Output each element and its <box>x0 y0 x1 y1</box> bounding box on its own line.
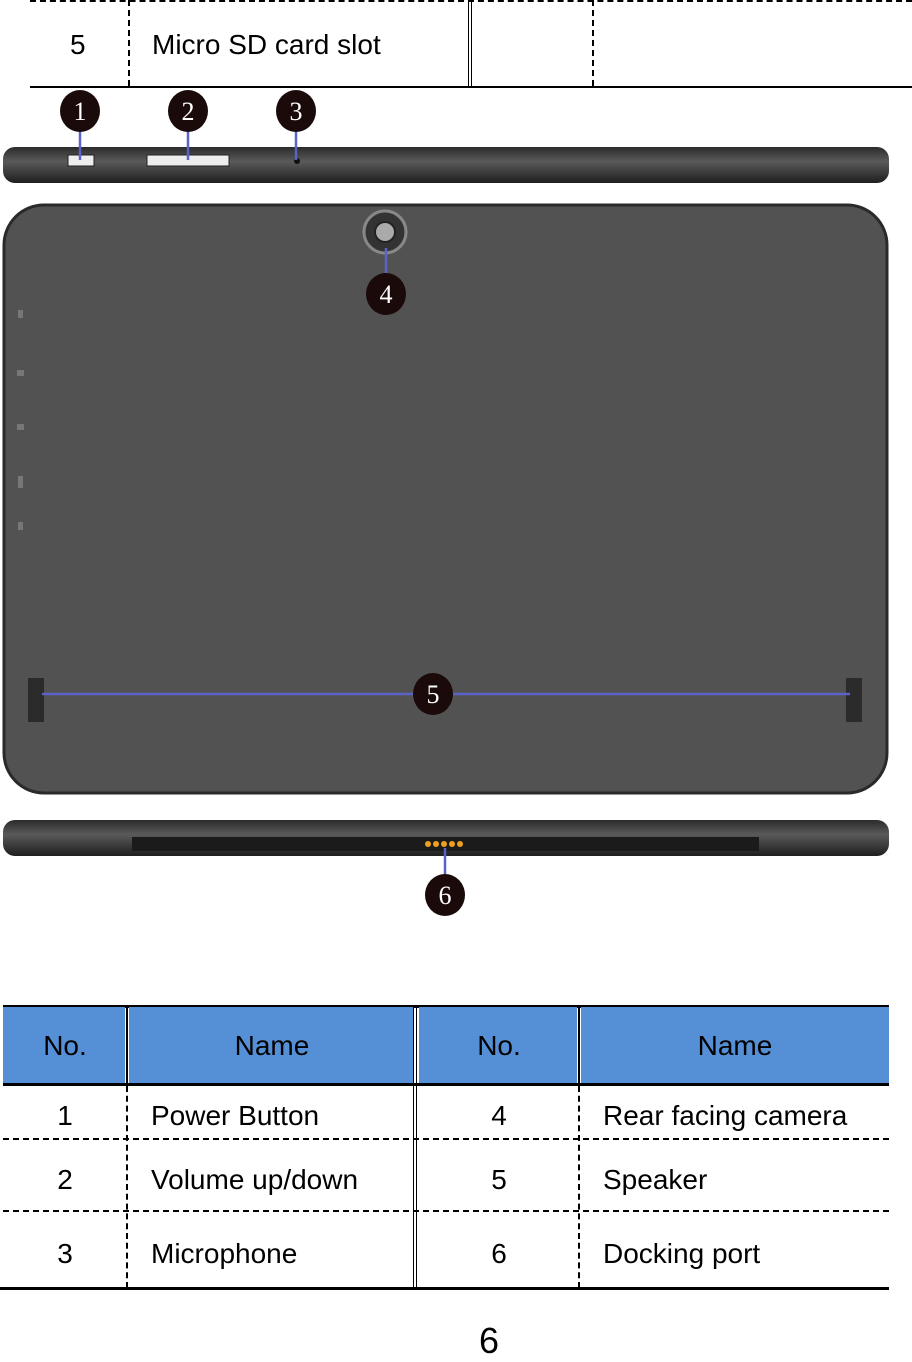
cell-no: 4 <box>491 1100 507 1131</box>
cell-no: 3 <box>57 1238 73 1269</box>
callout-5: 5 <box>427 680 440 709</box>
cell-name: Power Button <box>151 1100 320 1131</box>
cell-name: Docking port <box>603 1238 761 1269</box>
header-name: Name <box>234 1030 310 1061</box>
divider <box>128 0 130 86</box>
page-number: 6 <box>478 1320 500 1361</box>
cell-name: Speaker <box>603 1164 708 1195</box>
callout-6: 6 <box>439 881 452 910</box>
row-name: Micro SD card slot <box>152 29 381 60</box>
divider <box>468 0 472 86</box>
header-no: No. <box>477 1030 521 1061</box>
header-name: Name <box>697 1030 773 1061</box>
tablet-illustration: 1 2 3 4 5 6 <box>2 90 889 916</box>
tablet-top-edge <box>3 147 889 183</box>
cell-name: Microphone <box>151 1238 298 1269</box>
divider <box>0 1287 889 1290</box>
divider <box>3 1083 889 1086</box>
cell-no: 6 <box>491 1238 507 1269</box>
row-number: 5 <box>70 29 86 60</box>
cell-name: Rear facing camera <box>603 1100 848 1131</box>
cell-no: 1 <box>57 1100 73 1131</box>
cell-no: 2 <box>57 1164 73 1195</box>
header-no: No. <box>43 1030 87 1061</box>
divider <box>3 1210 889 1212</box>
callout-4: 4 <box>380 280 393 309</box>
callout-3: 3 <box>290 97 303 126</box>
cell-no: 5 <box>491 1164 507 1195</box>
divider <box>413 1006 417 1288</box>
callout-2: 2 <box>182 97 195 126</box>
divider <box>592 0 594 86</box>
cell-name: Volume up/down <box>151 1164 359 1195</box>
divider <box>3 1138 889 1140</box>
callout-1: 1 <box>74 97 87 126</box>
